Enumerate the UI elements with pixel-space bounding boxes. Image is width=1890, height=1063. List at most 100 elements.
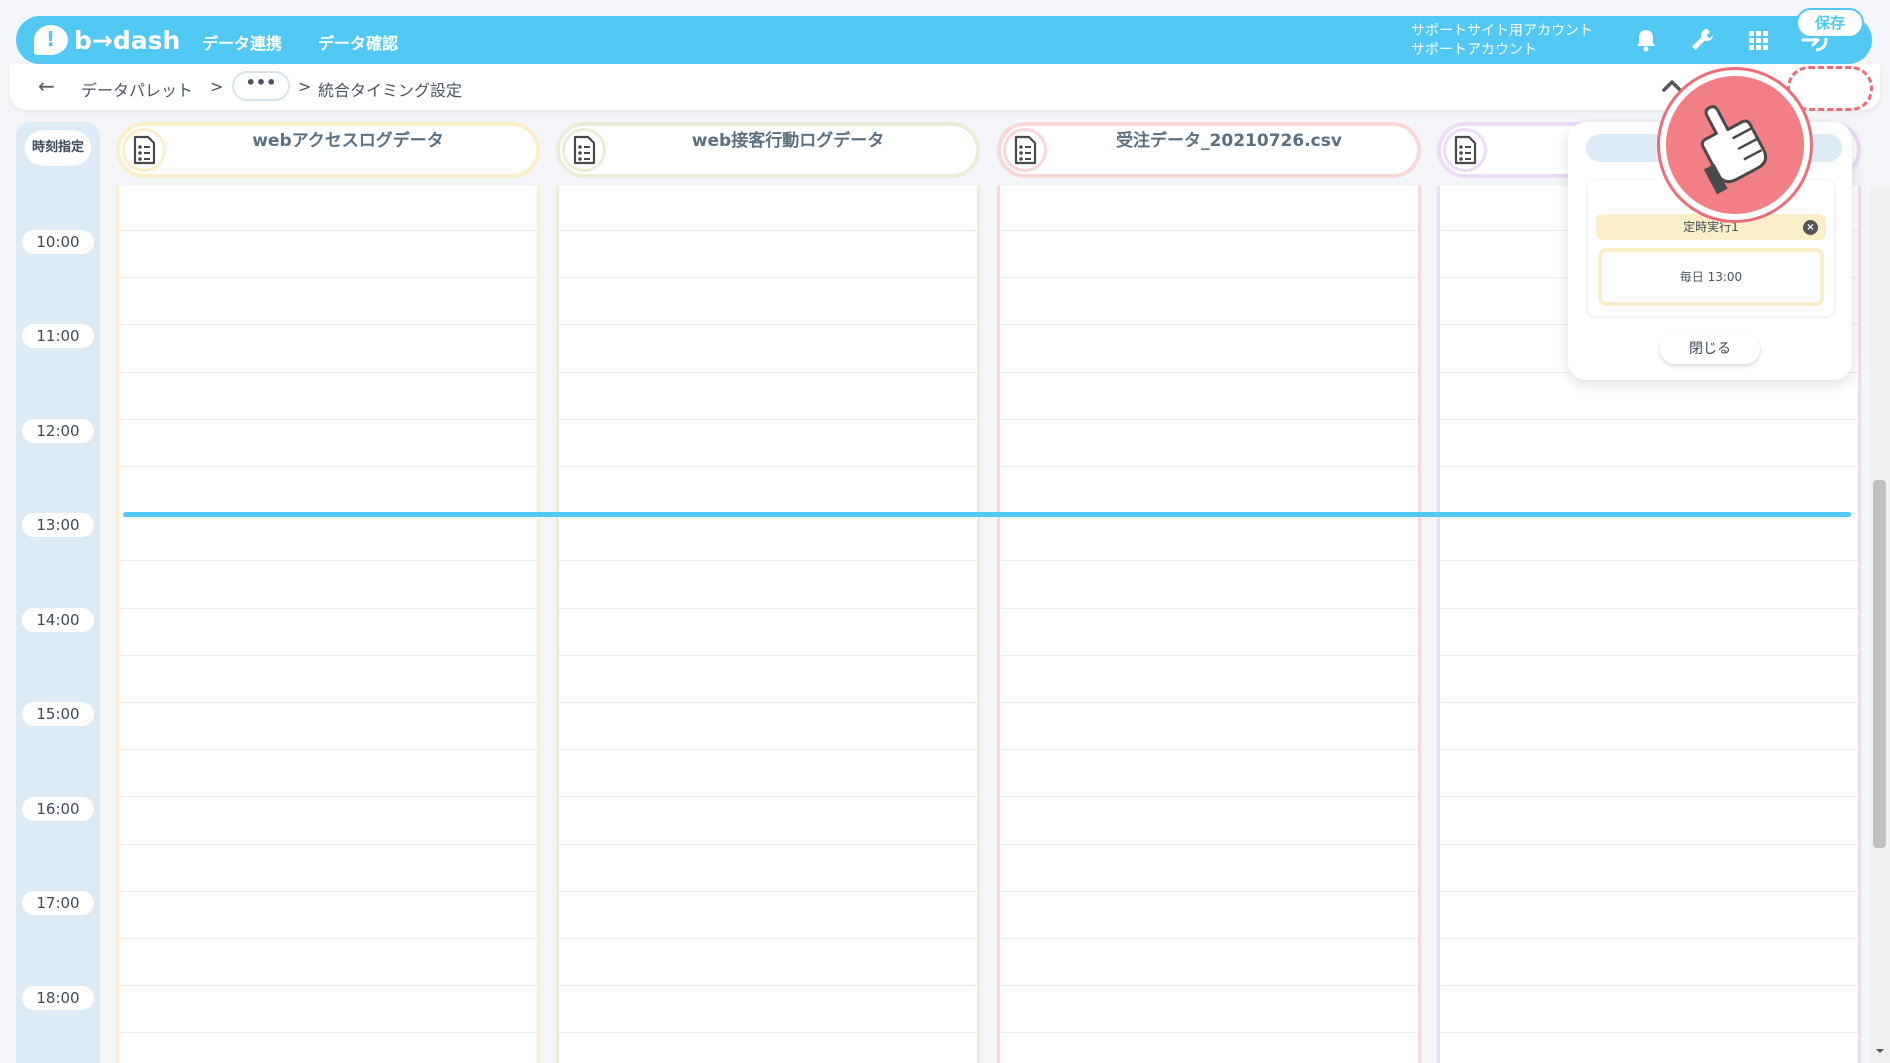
half-hour-gridline: [559, 418, 977, 420]
logo-text: b→dash: [74, 25, 181, 55]
time-column-header: 時刻指定: [25, 130, 91, 166]
half-hour-gridline: [1000, 796, 1418, 798]
half-hour-gridline: [1440, 749, 1858, 751]
column-title: 受注データ_20210726.csv: [1116, 131, 1342, 151]
schedule-time[interactable]: 毎日 13:00: [1598, 248, 1824, 306]
half-hour-gridline: [1000, 418, 1418, 420]
bdash-logo[interactable]: b→dash: [34, 22, 180, 58]
half-hour-gridline: [559, 277, 977, 279]
half-hour-gridline: [1440, 890, 1858, 892]
half-hour-gridline: [119, 418, 537, 420]
half-hour-gridline: [559, 890, 977, 892]
half-hour-gridline: [119, 938, 537, 939]
half-hour-gridline: [1440, 985, 1858, 987]
save-button[interactable]: 保存: [1796, 8, 1864, 38]
half-hour-gridline: [1440, 843, 1858, 845]
current-time-line: [123, 512, 1851, 517]
nav-data-check[interactable]: データ確認: [318, 30, 398, 54]
close-button[interactable]: 閉じる: [1660, 334, 1760, 364]
half-hour-gridline: [1000, 702, 1418, 703]
breadcrumb-separator: >: [298, 77, 312, 96]
half-hour-gridline: [559, 466, 977, 467]
nav-data-integration[interactable]: データ連携: [202, 30, 282, 54]
breadcrumb-more-button[interactable]: •••: [232, 71, 290, 101]
breadcrumb-data-palette[interactable]: データパレット: [81, 77, 193, 101]
half-hour-gridline: [119, 890, 537, 892]
time-label: 10:00: [22, 230, 94, 254]
schedule-name: 定時実行1: [1683, 220, 1739, 234]
half-hour-gridline: [1000, 607, 1418, 609]
column-timeline[interactable]: [556, 186, 980, 1063]
half-hour-gridline: [559, 654, 977, 656]
half-hour-gridline: [559, 324, 977, 326]
schedule-name-tag[interactable]: 定時実行1 ×: [1596, 214, 1826, 240]
half-hour-gridline: [559, 371, 977, 373]
half-hour-gridline: [119, 230, 537, 231]
column-header-web-action-log[interactable]: web接客行動ログデータ: [556, 122, 980, 178]
half-hour-gridline: [1000, 985, 1418, 987]
breadcrumb-separator: >: [210, 77, 224, 96]
time-label: 11:00: [22, 324, 94, 348]
document-icon: [122, 128, 166, 172]
time-label: 17:00: [22, 891, 94, 915]
grid-icon[interactable]: [1744, 26, 1772, 54]
time-label: 16:00: [22, 797, 94, 821]
half-hour-gridline: [119, 843, 537, 845]
half-hour-gridline: [1000, 466, 1418, 467]
half-hour-gridline: [559, 796, 977, 798]
half-hour-gridline: [119, 1032, 537, 1034]
breadcrumb: ← データパレット > ••• > 統合タイミング設定: [10, 64, 1880, 110]
wrench-icon[interactable]: [1688, 26, 1716, 54]
half-hour-gridline: [119, 749, 537, 751]
half-hour-gridline: [119, 607, 537, 609]
column-title: web接客行動ログデータ: [691, 131, 885, 151]
back-arrow-icon[interactable]: ←: [38, 74, 55, 98]
remove-schedule-icon[interactable]: ×: [1803, 220, 1818, 235]
half-hour-gridline: [1440, 466, 1858, 467]
time-label: 18:00: [22, 986, 94, 1010]
time-label: 13:00: [22, 513, 94, 537]
scroll-down-arrow-icon[interactable]: [1874, 1046, 1886, 1056]
half-hour-gridline: [119, 654, 537, 656]
time-column: 時刻指定 10:00 11:00 12:00 13:00 14:00 15:00…: [16, 122, 100, 1063]
half-hour-gridline: [1440, 418, 1858, 420]
half-hour-gridline: [1000, 371, 1418, 373]
half-hour-gridline: [119, 277, 537, 279]
half-hour-gridline: [1000, 1032, 1418, 1034]
time-label: 14:00: [22, 608, 94, 632]
bell-icon[interactable]: [1632, 26, 1660, 54]
breadcrumb-current: 統合タイミング設定: [318, 81, 463, 100]
top-navbar: b→dash データ連携 データ確認 サポートサイト用アカウント サポートアカウ…: [16, 16, 1872, 64]
account-site-name: サポートサイト用アカウント: [1411, 23, 1593, 39]
half-hour-gridline: [1000, 277, 1418, 279]
half-hour-gridline: [1440, 1032, 1858, 1034]
half-hour-gridline: [119, 796, 537, 798]
half-hour-gridline: [1000, 749, 1418, 751]
half-hour-gridline: [119, 466, 537, 467]
account-user-name: サポートアカウント: [1411, 42, 1537, 58]
half-hour-gridline: [1000, 230, 1418, 231]
half-hour-gridline: [1000, 560, 1418, 562]
half-hour-gridline: [1440, 796, 1858, 798]
scrollbar-thumb[interactable]: [1873, 480, 1886, 848]
half-hour-gridline: [559, 702, 977, 703]
column-header-web-access-log[interactable]: webアクセスログデータ: [116, 122, 540, 178]
half-hour-gridline: [559, 607, 977, 609]
half-hour-gridline: [119, 702, 537, 703]
half-hour-gridline: [1000, 324, 1418, 326]
column-timeline[interactable]: [997, 186, 1421, 1063]
half-hour-gridline: [559, 230, 977, 231]
document-icon: [1443, 128, 1487, 172]
pointing-hand-icon: [1700, 105, 1768, 195]
half-hour-gridline: [559, 749, 977, 751]
half-hour-gridline: [559, 938, 977, 939]
half-hour-gridline: [1440, 654, 1858, 656]
half-hour-gridline: [1000, 843, 1418, 845]
time-label: 12:00: [22, 419, 94, 443]
pointer-hand-badge: [1660, 70, 1810, 220]
document-icon: [562, 128, 606, 172]
column-timeline[interactable]: [116, 186, 540, 1063]
account-info[interactable]: サポートサイト用アカウント サポートアカウント: [1411, 22, 1593, 60]
column-title: webアクセスログデータ: [252, 131, 444, 151]
column-header-order-data[interactable]: 受注データ_20210726.csv: [997, 122, 1421, 178]
